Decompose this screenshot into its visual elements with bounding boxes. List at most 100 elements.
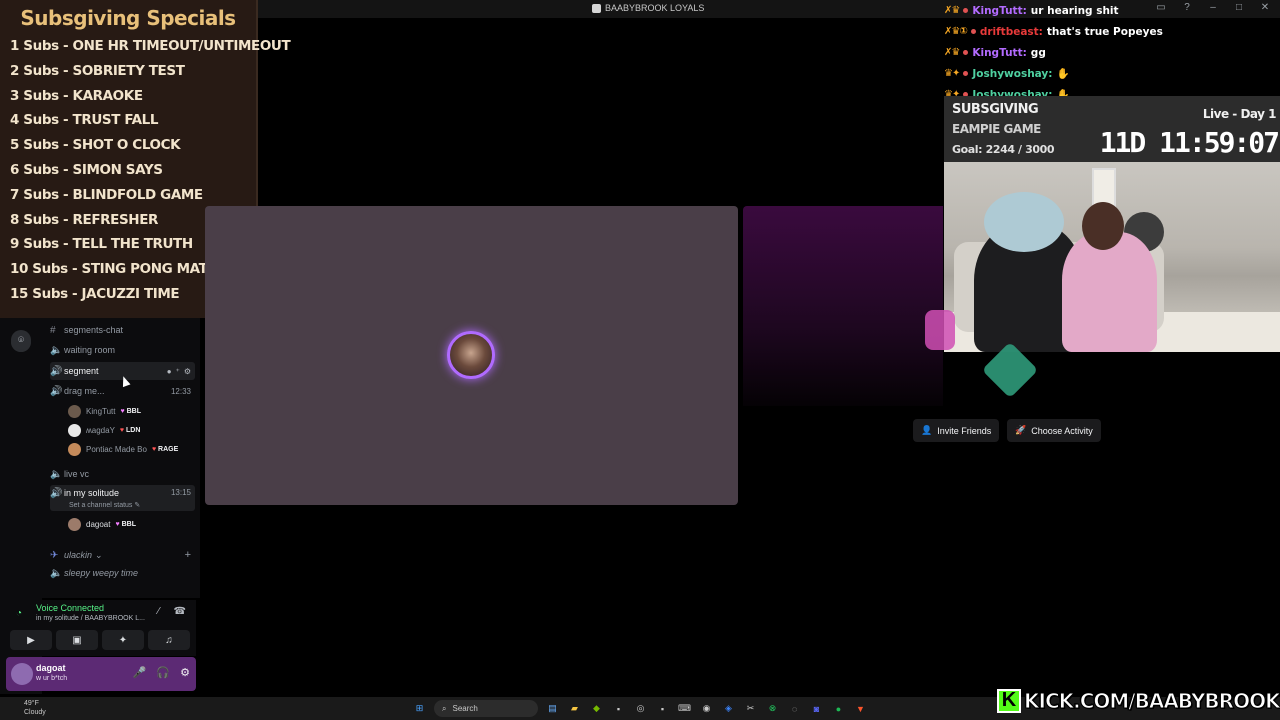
weather-widget[interactable]: 49°F Cloudy [10,699,46,717]
spotify-icon[interactable]: ● [831,701,846,716]
voice-user[interactable]: ʍagdaY ♥ LDN [68,421,140,439]
user-panel: dagoat w ur b*tch 🎤 🎧 ⚙ [6,657,196,691]
speaker-icon: 🔊 [50,385,63,397]
server-tag: ♥ BBL [115,521,136,528]
chat-user: driftbeast: [979,25,1043,38]
taskbar-apps: ⊞ ⌕ Search ▤ ▰ ◆ ▪ ◎ ▪ ⌨ ◉ ◈ ✂ ⊗ ◌ ◙ ● ▼ [412,700,868,717]
subgoal-title: SUBSGIVING [952,102,1039,117]
choose-activity-button[interactable]: 🚀 Choose Activity [1007,419,1101,442]
user-controls: 🎤 🎧 ⚙ [133,666,190,679]
chat-text: that's true Popeyes [1046,25,1163,38]
invite-friends-label: Invite Friends [937,425,992,436]
headphones-icon[interactable]: 🎧 [156,666,170,679]
app-icon[interactable]: ◌ [787,701,802,716]
voice-stage-tile[interactable] [205,206,738,505]
voice-user-name: dagoat [86,519,111,529]
search-label: Search [452,704,478,713]
specials-header: Subsgiving Specials [20,6,236,30]
kick-url: KICK.COM/BAABYBROOK [1024,688,1280,713]
xbox-icon[interactable]: ⊗ [765,701,780,716]
capcut-icon[interactable]: ✂ [743,701,758,716]
obs-icon[interactable]: ◉ [699,701,714,716]
voice-status: Voice Connected [36,603,105,613]
status-dot [963,8,969,13]
person-right-head [1082,202,1124,250]
voice-user[interactable]: KingTutt ♥ BBL [68,402,141,420]
file-explorer-icon[interactable]: ▰ [567,701,582,716]
taskbar-search[interactable]: ⌕ Search [434,700,538,717]
nvidia-icon[interactable]: ◆ [589,701,604,716]
avatar[interactable] [11,663,33,685]
weather-temp: 49°F [24,700,39,707]
add-channel-icon[interactable]: + [185,549,191,561]
voice-user-name: ʍagdaY [86,425,115,435]
specials-item: 1 Subs - ONE HR TIMEOUT/UNTIMEOUT [10,38,291,54]
screen-share-button[interactable]: ▣ [56,630,98,650]
server-discover-icon[interactable]: ⌾ [11,330,31,350]
channel-label: waiting room [64,345,116,355]
app-icon[interactable]: ▪ [655,701,670,716]
user-name: dagoat [36,663,66,673]
gear-icon[interactable]: ⚙ [180,666,190,679]
steam-icon[interactable]: ◎ [633,701,648,716]
noise-suppression-icon[interactable]: ⁄ [158,606,160,617]
channel-waiting-room[interactable]: 🔈 waiting room [50,341,195,359]
server-tag: ♥ LDN [120,427,141,434]
discord-icon[interactable]: ◙ [809,701,824,716]
status-dot [970,29,976,34]
chevron-down-icon: ⌄ [95,549,103,560]
tag-label: BBL [121,520,136,528]
task-view-icon[interactable]: ▤ [545,701,560,716]
specials-item: 3 Subs - KARAOKE [10,87,143,104]
soundboard-button[interactable]: ♫ [148,630,190,650]
voice-user[interactable]: Pontiac Made Bo ♥ RAGE [68,440,178,458]
voice-location[interactable]: in my solitude / BAABYBROOK L... [36,615,145,622]
add-member-icon[interactable]: ⁺ [176,367,180,376]
channel-live-vc[interactable]: 🔈 live vc [50,465,195,483]
chat-bubble-icon[interactable]: ● [167,367,172,376]
weather-condition: Cloudy [24,709,46,716]
subgoal-progress: Goal: 2244 / 3000 [952,143,1055,156]
chat-message: ✗♛ KingTutt: gg [944,42,1280,63]
activities-button[interactable]: ✦ [102,630,144,650]
channel-segments-chat[interactable]: # segments-chat [50,321,195,339]
live-day-label: Live - Day 1 [1202,107,1277,121]
app-icon[interactable]: ▪ [611,701,626,716]
badge-icons: ✗♛① [944,26,968,37]
channel-label: segments-chat [64,325,124,335]
server-tag: ♥ RAGE [152,446,178,453]
invite-friends-button[interactable]: 👤 Invite Friends [913,419,1000,442]
subgoal-panel: SUBSGIVING EAMPIE GAME Goal: 2244 / 3000… [944,96,1280,162]
channel-status-text: Set a channel status [69,502,133,509]
emoji-icon: ✈ [50,549,59,561]
badge-icons: ✗♛ [944,5,960,16]
avatar [68,423,81,437]
chat-user: KingTutt: [972,46,1027,59]
speaker-icon: 🔊 [50,365,63,377]
windows-start-icon[interactable]: ⊞ [412,701,427,716]
category-ulackin[interactable]: ✈ ulackin ⌄ + [50,546,195,564]
voice-stage-tile-secondary[interactable] [743,206,943,406]
voice-user[interactable]: dagoat ♥ BBL [68,515,136,533]
brave-icon[interactable]: ▼ [853,701,868,716]
keyboard-icon[interactable]: ⌨ [677,701,692,716]
microphone-icon[interactable]: 🎤 [133,666,147,679]
status-dot [963,71,969,76]
gear-icon[interactable]: ⚙ [184,367,191,376]
avatar [68,442,81,456]
add-user-icon: 👤 [921,425,933,435]
speaking-avatar[interactable] [447,331,495,379]
camera-toggle-button[interactable]: ▶ [10,630,52,650]
avatar [68,404,81,418]
channel-duration: 12:33 [170,386,191,396]
subgoal-game: EAMPIE GAME [952,122,1041,136]
channel-in-my-solitude[interactable]: 🔊 in my solitude 13:15 Set a channel sta… [50,485,195,511]
window-title: BAABYBROOK LOYALS [592,3,704,13]
heart-icon: ♥ [115,520,120,528]
disconnect-icon[interactable]: ☎ [174,606,186,617]
chat-user: Joshywoshay: [972,67,1053,80]
app-icon[interactable]: ◈ [721,701,736,716]
channel-status-prompt[interactable]: Set a channel status ✎ [69,501,140,509]
choose-activity-label: Choose Activity [1031,425,1093,436]
channel-sleepy-weepy-time[interactable]: 🔈 sleepy weepy time [50,564,195,582]
